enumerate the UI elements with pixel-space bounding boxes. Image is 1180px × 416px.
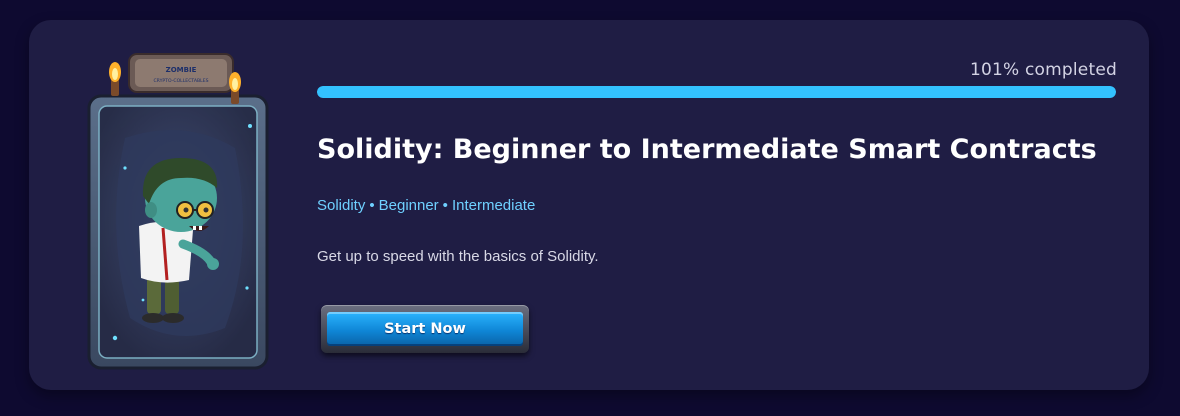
start-now-button[interactable]: Start Now	[321, 305, 529, 353]
torch-left-icon	[109, 62, 121, 96]
course-title: Solidity: Beginner to Intermediate Smart…	[317, 134, 1097, 165]
start-now-button-label[interactable]: Start Now	[384, 321, 466, 337]
course-info: 101% completed Solidity: Beginner to Int…	[317, 20, 1117, 390]
progress-bar-fill	[317, 86, 1116, 98]
banner-subtitle: CRYPTO-COLLECTABLES	[153, 78, 208, 84]
zombie-card-image: ZOMBIE CRYPTO-COLLECTABLES	[87, 53, 269, 370]
tag-intermediate: Intermediate	[451, 197, 536, 214]
tag-solidity: Solidity	[317, 197, 366, 214]
progress-label: 101% completed	[969, 60, 1117, 80]
tag-separator: •	[442, 197, 448, 214]
tag-separator: •	[369, 197, 375, 214]
banner-title: ZOMBIE	[166, 66, 197, 74]
tag-beginner: Beginner	[378, 197, 439, 214]
course-card: ZOMBIE CRYPTO-COLLECTABLES 101% complete…	[29, 20, 1149, 390]
start-now-button-face[interactable]: Start Now	[327, 312, 523, 346]
course-description: Get up to speed with the basics of Solid…	[317, 248, 599, 265]
course-tags: Solidity • Beginner • Intermediate	[317, 197, 535, 214]
progress-bar	[317, 86, 1116, 98]
